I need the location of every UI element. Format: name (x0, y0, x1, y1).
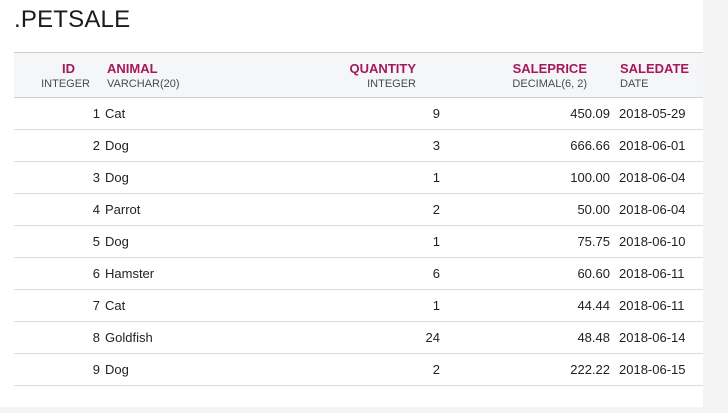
cell-animal: Cat (105, 106, 126, 121)
cell-id: 6 (92, 266, 100, 281)
cell-saleprice: 50.00 (577, 202, 610, 217)
cell-saledate: 2018-06-01 (619, 138, 686, 153)
cell-saleprice: 222.22 (570, 362, 610, 377)
cell-id: 4 (92, 202, 100, 217)
column-header-quantity[interactable]: QUANTITY INTEGER (350, 61, 416, 91)
column-name: ANIMAL (107, 61, 158, 76)
table-row[interactable]: 4 Parrot 2 50.00 2018-06-04 (14, 194, 703, 226)
cell-animal: Dog (105, 170, 129, 185)
cell-animal: Goldfish (105, 330, 153, 345)
table-row[interactable]: 7 Cat 1 44.44 2018-06-11 (14, 290, 703, 322)
column-type: VARCHAR(20) (107, 78, 180, 90)
cell-saledate: 2018-06-14 (619, 330, 686, 345)
cell-saleprice: 75.75 (577, 234, 610, 249)
cell-id: 5 (92, 234, 100, 249)
cell-id: 2 (92, 138, 100, 153)
cell-animal: Dog (105, 138, 129, 153)
column-header-animal[interactable]: ANIMAL VARCHAR(20) (107, 61, 180, 91)
column-type: DATE (620, 78, 649, 90)
table-row[interactable]: 2 Dog 3 666.66 2018-06-01 (14, 130, 703, 162)
cell-animal: Hamster (105, 266, 155, 281)
cell-id: 7 (92, 298, 100, 313)
table-row[interactable]: 6 Hamster 6 60.60 2018-06-11 (14, 258, 703, 290)
cell-saledate: 2018-06-04 (619, 202, 686, 217)
cell-quantity: 1 (432, 234, 440, 249)
cell-saledate: 2018-06-11 (619, 266, 685, 281)
cell-animal: Parrot (105, 202, 141, 217)
column-type: DECIMAL(6, 2) (512, 78, 587, 90)
cell-saledate: 2018-06-15 (619, 362, 686, 377)
cell-animal: Cat (105, 298, 126, 313)
column-name: QUANTITY (349, 61, 416, 76)
cell-id: 3 (92, 170, 100, 185)
cell-quantity: 9 (432, 106, 440, 121)
column-type: INTEGER (41, 78, 90, 90)
result-panel: .PETSALE ID INTEGER ANIMAL VARCHAR(20) Q… (0, 0, 703, 407)
cell-quantity: 2 (432, 362, 440, 377)
cell-saledate: 2018-06-10 (619, 234, 686, 249)
cell-saleprice: 60.60 (577, 266, 610, 281)
table-row[interactable]: 8 Goldfish 24 48.48 2018-06-14 (14, 322, 703, 354)
cell-saleprice: 100.00 (570, 170, 610, 185)
table-row[interactable]: 5 Dog 1 75.75 2018-06-10 (14, 226, 703, 258)
cell-id: 8 (92, 330, 100, 345)
cell-saledate: 2018-06-11 (619, 298, 685, 313)
column-header-saleprice[interactable]: SALEPRICE DECIMAL(6, 2) (512, 61, 587, 91)
table-header-row: ID INTEGER ANIMAL VARCHAR(20) QUANTITY I… (14, 53, 703, 98)
cell-saledate: 2018-06-04 (619, 170, 686, 185)
column-header-id[interactable]: ID INTEGER (41, 61, 90, 91)
cell-id: 1 (92, 106, 100, 121)
cell-quantity: 3 (432, 138, 440, 153)
result-table: ID INTEGER ANIMAL VARCHAR(20) QUANTITY I… (14, 52, 703, 386)
cell-quantity: 1 (432, 298, 440, 313)
table-row[interactable]: 1 Cat 9 450.09 2018-05-29 (14, 98, 703, 130)
cell-saleprice: 666.66 (570, 138, 610, 153)
cell-quantity: 24 (425, 330, 440, 345)
cell-id: 9 (92, 362, 100, 377)
column-name: ID (62, 61, 75, 76)
cell-quantity: 2 (432, 202, 440, 217)
cell-animal: Dog (105, 362, 129, 377)
cell-quantity: 1 (432, 170, 440, 185)
cell-saledate: 2018-05-29 (619, 106, 686, 121)
cell-saleprice: 44.44 (577, 298, 610, 313)
cell-animal: Dog (105, 234, 129, 249)
cell-saleprice: 450.09 (570, 106, 610, 121)
column-name: SALEDATE (620, 61, 690, 76)
column-header-saledate[interactable]: SALEDATE DATE (620, 61, 689, 91)
table-body: 1 Cat 9 450.09 2018-05-29 2 Dog 3 666.66 2018-06-… (14, 98, 703, 386)
column-type: INTEGER (367, 78, 416, 90)
table-row[interactable]: 3 Dog 1 100.00 2018-06-04 (14, 162, 703, 194)
cell-quantity: 6 (432, 266, 440, 281)
column-name: SALEPRICE (512, 61, 587, 76)
table-title: .PETSALE (14, 6, 131, 33)
cell-saleprice: 48.48 (577, 330, 610, 345)
table-row[interactable]: 9 Dog 2 222.22 2018-06-15 (14, 354, 703, 386)
